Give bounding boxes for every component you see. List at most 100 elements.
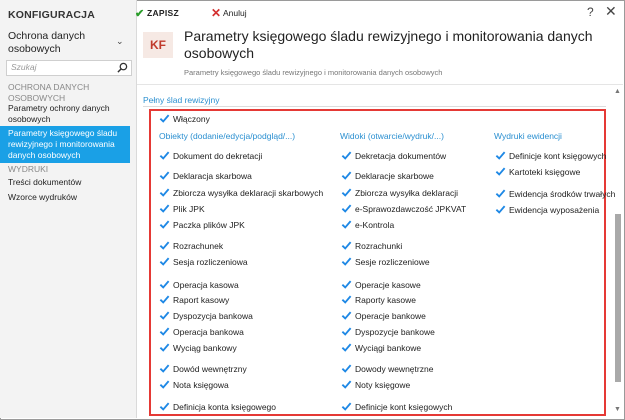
sidebar-group-ochrona: OCHRONA DANYCH OSOBOWYCH <box>8 82 90 103</box>
checkbox-label: Deklaracja skarbowa <box>173 171 252 181</box>
check-icon <box>159 402 170 411</box>
check-icon <box>159 364 170 373</box>
sidebar-item-parametry-ochrony[interactable]: Parametry ochrony danych osobowych <box>8 103 130 125</box>
check-icon <box>159 114 170 123</box>
checkbox-label: e-Kontrola <box>355 220 395 230</box>
check-icon <box>341 327 352 336</box>
checkbox-label: Dowód wewnętrzny <box>173 364 247 374</box>
check-icon <box>159 380 170 389</box>
check-icon <box>495 205 506 214</box>
checkbox-label: Rozrachunki <box>355 241 403 251</box>
column-title-reports: Wydruki ewidencji <box>494 131 562 141</box>
checkbox-label: Ewidencja środków trwałych <box>509 189 616 199</box>
toolbar: ✔ ZAPISZ ✕ Anuluj ? ✕ <box>135 0 623 26</box>
search-icon[interactable] <box>117 62 128 73</box>
check-icon <box>341 220 352 229</box>
scroll-up-icon[interactable]: ▲ <box>614 88 621 95</box>
checkbox-label: Raporty kasowe <box>355 295 416 305</box>
check-icon <box>341 380 352 389</box>
check-icon <box>341 188 352 197</box>
checkbox-label: Dekretacja dokumentów <box>355 151 447 161</box>
checkbox-label: Definicja konta księgowego <box>173 402 277 412</box>
checkbox-label: Operacje kasowe <box>355 280 421 290</box>
checkbox-label: Noty księgowe <box>355 380 411 390</box>
checkbox-label: Operacja bankowa <box>173 327 244 337</box>
check-icon <box>341 204 352 213</box>
check-icon <box>341 295 352 304</box>
checkbox-label: Nota księgowa <box>173 380 229 390</box>
check-icon <box>341 241 352 250</box>
check-icon <box>495 189 506 198</box>
checkbox-label: Raport kasowy <box>173 295 230 305</box>
check-icon <box>159 151 170 160</box>
checkbox-label: Definicje kont księgowych <box>355 402 453 412</box>
checkbox-label: Sesje rozliczeniowe <box>355 257 430 267</box>
help-button[interactable]: ? <box>587 5 594 19</box>
checkbox-label: Plik JPK <box>173 204 205 214</box>
checkbox-label: Paczka plików JPK <box>173 220 245 230</box>
cancel-label: Anuluj <box>223 8 247 18</box>
checkbox-label: Dowody wewnętrzne <box>355 364 434 374</box>
check-icon <box>159 241 170 250</box>
checkbox-label: Rozrachunek <box>173 241 224 251</box>
header-divider <box>137 84 623 85</box>
column-title-views: Widoki (otwarcie/wydruk/...) <box>340 131 444 141</box>
save-label: ZAPISZ <box>147 8 180 18</box>
checkbox-label: Definicje kont księgowych <box>509 151 607 161</box>
checkbox-label: Operacje bankowe <box>355 311 426 321</box>
module-selector[interactable]: Ochrona danych osobowych <box>8 30 126 56</box>
check-icon <box>159 204 170 213</box>
page-subtitle: Parametry księgowego śladu rewizyjnego i… <box>184 68 443 77</box>
scrollbar-thumb[interactable] <box>615 214 621 382</box>
checkbox-label: Operacja kasowa <box>173 280 239 290</box>
checkbox-label: Zbiorcza wysyłka deklaracji skarbowych <box>173 188 324 198</box>
check-icon <box>341 364 352 373</box>
checkbox-label: Sesja rozliczeniowa <box>173 257 248 267</box>
check-icon <box>159 311 170 320</box>
check-icon <box>159 257 170 266</box>
checkbox-label: Dyspozycje bankowe <box>355 327 435 337</box>
close-icon: ✕ <box>211 6 222 20</box>
page-title: Parametry księgowego śladu rewizyjnego i… <box>184 28 593 61</box>
check-icon <box>341 171 352 180</box>
checkbox-label: Ewidencja wyposażenia <box>509 205 600 215</box>
sidebar: KONFIGURACJA Ochrona danych osobowych ⌄ … <box>0 0 137 418</box>
check-icon <box>159 343 170 352</box>
checkbox-label: Zbiorcza wysyłka deklaracji <box>355 188 458 198</box>
check-icon <box>341 343 352 352</box>
check-icon <box>341 151 352 160</box>
check-icon <box>495 151 506 160</box>
check-icon <box>159 280 170 289</box>
search-placeholder: Szukaj <box>11 62 37 72</box>
module-badge: KF <box>143 32 173 58</box>
check-icon <box>341 280 352 289</box>
vertical-scrollbar[interactable]: ▲ ▼ <box>614 88 622 416</box>
checkbox-label: Deklaracje skarbowe <box>355 171 434 181</box>
sidebar-item-tresci[interactable]: Treści dokumentów <box>8 177 130 188</box>
chevron-down-icon[interactable]: ⌄ <box>116 36 124 47</box>
check-icon <box>159 327 170 336</box>
scroll-down-icon[interactable]: ▼ <box>614 406 621 413</box>
column-title-objects: Obiekty (dodanie/edycja/podgląd/...) <box>159 131 296 141</box>
sidebar-item-wzorce[interactable]: Wzorce wydruków <box>8 192 130 203</box>
save-button[interactable]: ✔ ZAPISZ <box>135 8 180 20</box>
check-icon <box>341 257 352 266</box>
section-title: Pełny ślad rewizyjny <box>143 95 220 105</box>
cancel-button[interactable]: ✕ Anuluj <box>211 6 247 20</box>
checkbox-label: Dokument do dekretacji <box>173 151 263 161</box>
sidebar-group-wydruki: WYDRUKI <box>8 164 49 174</box>
sidebar-item-parametry-sladu[interactable]: Parametry księgowego śladu rewizyjnego i… <box>0 126 130 163</box>
sidebar-title: KONFIGURACJA <box>8 9 95 21</box>
close-window-button[interactable]: ✕ <box>605 3 617 20</box>
check-icon <box>159 220 170 229</box>
check-icon <box>341 311 352 320</box>
check-icon <box>341 402 352 411</box>
checkbox-label: Wyciąg bankowy <box>173 343 237 353</box>
checkbox-label: e-Sprawozdawczość JPKVAT <box>355 204 467 214</box>
section-divider <box>143 106 606 107</box>
check-icon <box>159 188 170 197</box>
search-input[interactable]: Szukaj <box>6 60 132 76</box>
checkbox-label: Dyspozycja bankowa <box>173 311 253 321</box>
checkbox-label: Wyciągi bankowe <box>355 343 422 353</box>
checkbox-label: Włączony <box>173 114 210 124</box>
